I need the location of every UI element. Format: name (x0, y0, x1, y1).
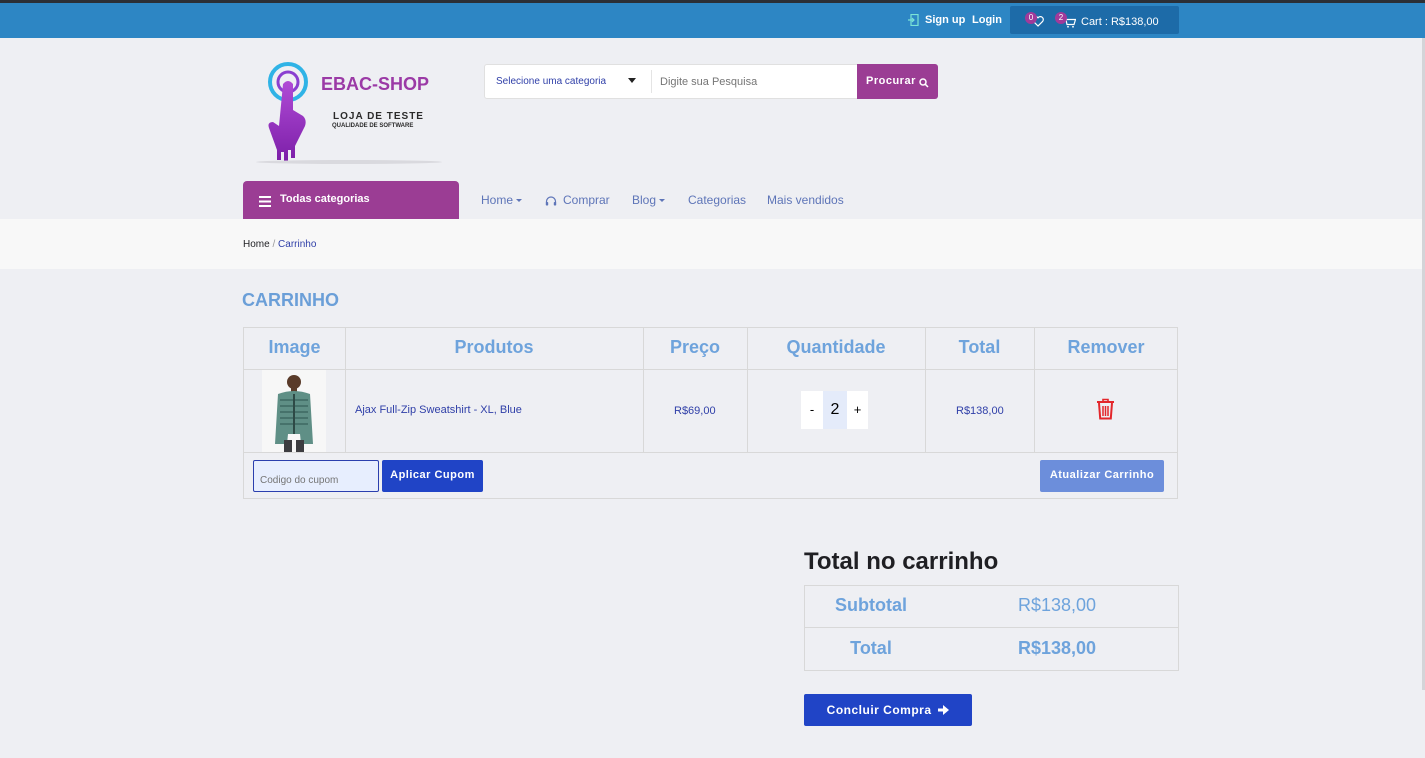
checkout-button-label: Concluir Compra (826, 703, 932, 717)
col-header-remover: Remover (1067, 337, 1145, 357)
page-title: CARRINHO (242, 290, 339, 310)
nav-home-label: Home (481, 193, 514, 207)
caret-down-icon (659, 199, 666, 203)
all-categories-button[interactable]: Todas categorias (243, 181, 459, 219)
nav-blog[interactable]: Blog (632, 193, 666, 207)
breadcrumb: Home / Carrinho (243, 239, 316, 250)
nav-home[interactable]: Home (481, 193, 523, 207)
caret-down-icon (516, 199, 523, 203)
checkout-button[interactable]: Concluir Compra (804, 694, 972, 726)
logo-subtagline: QUALIDADE DE SOFTWARE (332, 123, 414, 129)
quantity-stepper: - + (801, 391, 868, 429)
cart-link[interactable]: Cart : R$138,00 (1081, 16, 1159, 28)
logo-shadow (256, 160, 442, 164)
trash-icon[interactable] (1096, 398, 1115, 425)
headset-icon (545, 194, 557, 212)
nav-categorias[interactable]: Categorias (688, 193, 746, 207)
nav-mais-vendidos[interactable]: Mais vendidos (767, 193, 844, 207)
nav-blog-label: Blog (632, 193, 657, 207)
cart-totals-table: Subtotal R$138,00 Total R$138,00 (804, 585, 1179, 671)
total-label: Total (850, 638, 892, 658)
subtotal-value: R$138,00 (1018, 595, 1097, 615)
search-input[interactable] (653, 66, 862, 97)
cart-count-badge: 2 (1055, 12, 1067, 24)
qty-minus-label: - (809, 402, 815, 417)
row-divider (244, 369, 1177, 370)
search-icon (919, 75, 929, 93)
col-header-quantidade: Quantidade (786, 337, 886, 357)
qty-input[interactable] (823, 391, 847, 429)
top-bar: Sign up Login 0 2 Cart : R$138,00 (0, 3, 1425, 38)
row-divider (805, 627, 1178, 628)
subtotal-label: Subtotal (835, 595, 907, 615)
product-price: R$69,00 (674, 405, 716, 417)
total-value: R$138,00 (1018, 638, 1097, 658)
arrow-right-icon (938, 695, 950, 727)
logo-hand-icon (268, 62, 308, 162)
chevron-down-icon (628, 78, 636, 83)
breadcrumb-current: Carrinho (278, 239, 317, 250)
signup-icon (908, 13, 919, 31)
wishlist-count-badge: 0 (1025, 12, 1037, 24)
col-header-produtos: Produtos (454, 337, 534, 357)
qty-plus-button[interactable]: + (847, 391, 868, 429)
search-divider (651, 70, 652, 93)
col-header-total: Total (958, 337, 1001, 357)
breadcrumb-bar: Home / Carrinho (0, 219, 1425, 269)
line-total: R$138,00 (956, 405, 1004, 417)
col-header-image: Image (268, 337, 321, 357)
update-cart-button[interactable]: Atualizar Carrinho (1040, 460, 1164, 492)
logo-brand: EBAC-SHOP (321, 74, 430, 94)
col-header-preco: Preço (669, 337, 721, 357)
search-button[interactable]: Procurar (857, 64, 938, 99)
cart-box: 0 2 Cart : R$138,00 (1010, 6, 1179, 34)
menu-icon (259, 194, 271, 212)
logo-tagline: LOJA DE TESTE (333, 111, 424, 122)
cart-totals-title: Total no carrinho (804, 548, 999, 575)
search-button-label: Procurar (866, 75, 916, 87)
site-logo[interactable]: EBAC-SHOP LOJA DE TESTE QUALIDADE DE SOF… (252, 60, 452, 170)
row-divider (244, 452, 1177, 453)
qty-plus-label: + (853, 402, 862, 417)
login-link[interactable]: Login (972, 14, 1002, 26)
product-image (262, 370, 326, 452)
product-thumbnail[interactable] (262, 370, 326, 452)
apply-coupon-button[interactable]: Aplicar Cupom (382, 460, 483, 492)
category-select-label: Selecione uma categoria (496, 76, 607, 87)
all-categories-label: Todas categorias (280, 193, 370, 205)
category-select[interactable]: Selecione uma categoria (485, 65, 650, 98)
qty-minus-button[interactable]: - (801, 391, 823, 429)
search-bar: Selecione uma categoria Procurar (484, 64, 938, 99)
coupon-input[interactable] (253, 460, 379, 492)
breadcrumb-home[interactable]: Home (243, 239, 270, 250)
nav-comprar[interactable]: Comprar (563, 193, 610, 207)
breadcrumb-separator: / (272, 239, 276, 250)
signup-link[interactable]: Sign up (925, 14, 965, 26)
product-name-link[interactable]: Ajax Full-Zip Sweatshirt - XL, Blue (355, 404, 522, 416)
